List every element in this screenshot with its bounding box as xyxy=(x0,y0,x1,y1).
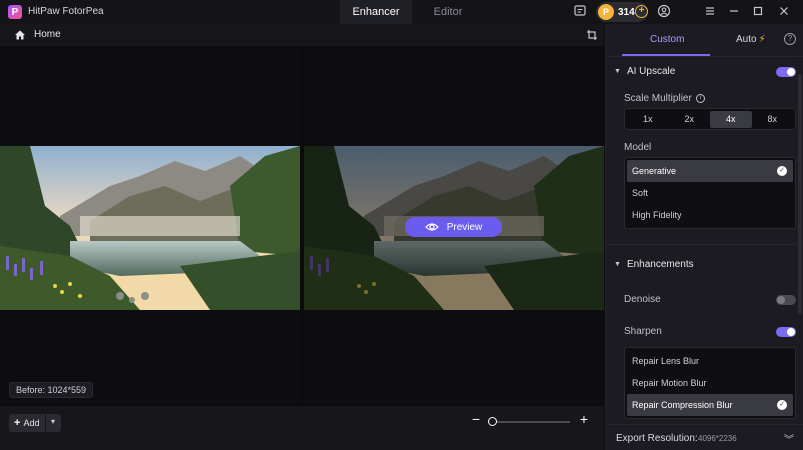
tab-custom[interactable]: Custom xyxy=(650,34,684,45)
tabs-divider xyxy=(606,56,803,57)
collapse-triangle-icon: ▼ xyxy=(614,68,621,75)
canvas-toolbar: Home xyxy=(0,24,604,46)
tab-auto-label: Auto xyxy=(736,34,757,45)
tab-enhancer[interactable]: Enhancer xyxy=(340,0,412,24)
message-icon[interactable] xyxy=(572,4,588,20)
preview-button[interactable]: Preview xyxy=(405,217,502,237)
scale-option-2x[interactable]: 2x xyxy=(669,111,711,128)
tab-editor[interactable]: Editor xyxy=(412,0,484,24)
enhancements-title: Enhancements xyxy=(626,259,694,270)
eye-icon xyxy=(424,220,439,234)
check-icon: ✓ xyxy=(777,400,787,410)
credits-count: 314 xyxy=(618,6,635,18)
settings-panel: Custom Auto ⚡ ? ▼ AI Upscale Scale Multip… xyxy=(605,24,803,450)
enhancements-header[interactable]: ▼ Enhancements xyxy=(614,259,694,270)
minimize-icon[interactable] xyxy=(726,4,742,20)
add-credits-icon[interactable]: + xyxy=(635,5,648,18)
add-button[interactable]: + Add ▾ xyxy=(9,414,61,432)
model-list: Generative ✓ Soft High Fidelity xyxy=(624,157,796,229)
sharpen-option-label: Repair Compression Blur xyxy=(632,400,733,410)
coin-icon: P xyxy=(598,4,614,20)
coin-symbol: P xyxy=(602,7,609,17)
add-divider xyxy=(45,414,46,432)
ai-upscale-toggle[interactable] xyxy=(776,67,796,77)
before-image xyxy=(0,146,300,310)
panel-tabs: Custom Auto ⚡ ? xyxy=(606,24,803,56)
mode-tabs: Enhancer Editor xyxy=(340,0,484,24)
app-title: HitPaw FotorPea xyxy=(28,6,104,17)
export-resolution-label: Export Resolution: xyxy=(616,433,698,444)
model-option-high-fidelity[interactable]: High Fidelity xyxy=(627,204,793,226)
sharpen-option-compression-blur[interactable]: Repair Compression Blur ✓ xyxy=(627,394,793,416)
help-icon[interactable]: ? xyxy=(784,33,796,45)
bottom-bar: + Add ▾ − + xyxy=(0,406,604,450)
sharpen-option-lens-blur[interactable]: Repair Lens Blur xyxy=(627,350,793,372)
preview-label: Preview xyxy=(446,221,483,233)
zoom-slider-track[interactable] xyxy=(494,421,570,423)
export-resolution-bar[interactable]: Export Resolution: 4096*2236 ︾ xyxy=(606,424,803,450)
panel-scrollbar[interactable] xyxy=(798,54,802,414)
model-label: Model xyxy=(624,142,652,153)
check-icon: ✓ xyxy=(777,166,787,176)
bolt-icon: ⚡ xyxy=(758,34,766,45)
double-chevron-down-icon[interactable]: ︾ xyxy=(784,431,794,446)
scale-option-4x[interactable]: 4x xyxy=(710,110,752,128)
denoise-toggle[interactable] xyxy=(776,295,796,305)
info-icon[interactable]: i xyxy=(695,93,705,103)
scale-option-8x[interactable]: 8x xyxy=(752,111,794,128)
before-resolution-badge: Before: 1024*559 xyxy=(9,382,94,398)
chevron-down-icon[interactable]: ▾ xyxy=(51,417,55,426)
sharpen-label: Sharpen xyxy=(624,326,662,337)
ai-upscale-title: AI Upscale xyxy=(626,66,676,77)
export-resolution-value: 4096*2236 xyxy=(698,434,737,443)
account-icon[interactable] xyxy=(656,4,672,20)
add-label: Add xyxy=(23,418,40,428)
collapse-triangle-icon: ▼ xyxy=(614,261,621,268)
zoom-slider-handle[interactable] xyxy=(488,417,497,426)
model-option-label: Generative xyxy=(632,166,677,176)
title-bar: P HitPaw FotorPea Enhancer Editor P 314 … xyxy=(0,0,803,24)
toggle-knob xyxy=(777,296,785,304)
maximize-icon[interactable] xyxy=(750,4,766,20)
app-logo-letter: P xyxy=(11,6,19,18)
home-icon[interactable] xyxy=(14,29,26,41)
model-option-soft[interactable]: Soft xyxy=(627,182,793,204)
close-icon[interactable] xyxy=(776,4,792,20)
home-link[interactable]: Home xyxy=(34,29,61,40)
tab-auto[interactable]: Auto ⚡ xyxy=(736,34,766,45)
sharpen-option-motion-blur[interactable]: Repair Motion Blur xyxy=(627,372,793,394)
scale-multiplier-label: Scale Multiplier i xyxy=(624,93,705,104)
zoom-out-button[interactable]: − xyxy=(470,412,482,426)
app-logo: P xyxy=(8,5,22,19)
sharpen-toggle[interactable] xyxy=(776,327,796,337)
toggle-knob xyxy=(787,328,795,336)
scale-option-1x[interactable]: 1x xyxy=(627,111,669,128)
crop-icon[interactable] xyxy=(586,29,598,41)
plus-icon: + xyxy=(14,417,21,429)
scale-multiplier-text: Scale Multiplier xyxy=(624,93,692,104)
zoom-in-button[interactable]: + xyxy=(578,412,590,426)
denoise-label: Denoise xyxy=(624,294,661,305)
toggle-knob xyxy=(787,68,795,76)
ai-upscale-header[interactable]: ▼ AI Upscale xyxy=(614,66,675,77)
scroll-thumb[interactable] xyxy=(798,74,802,314)
model-option-generative[interactable]: Generative ✓ xyxy=(627,160,793,182)
sharpen-options-list: Repair Lens Blur Repair Motion Blur Repa… xyxy=(624,347,796,419)
scale-multiplier-selector: 1x 2x 4x 8x xyxy=(624,108,796,130)
section-divider xyxy=(606,244,803,245)
menu-icon[interactable] xyxy=(702,4,718,20)
